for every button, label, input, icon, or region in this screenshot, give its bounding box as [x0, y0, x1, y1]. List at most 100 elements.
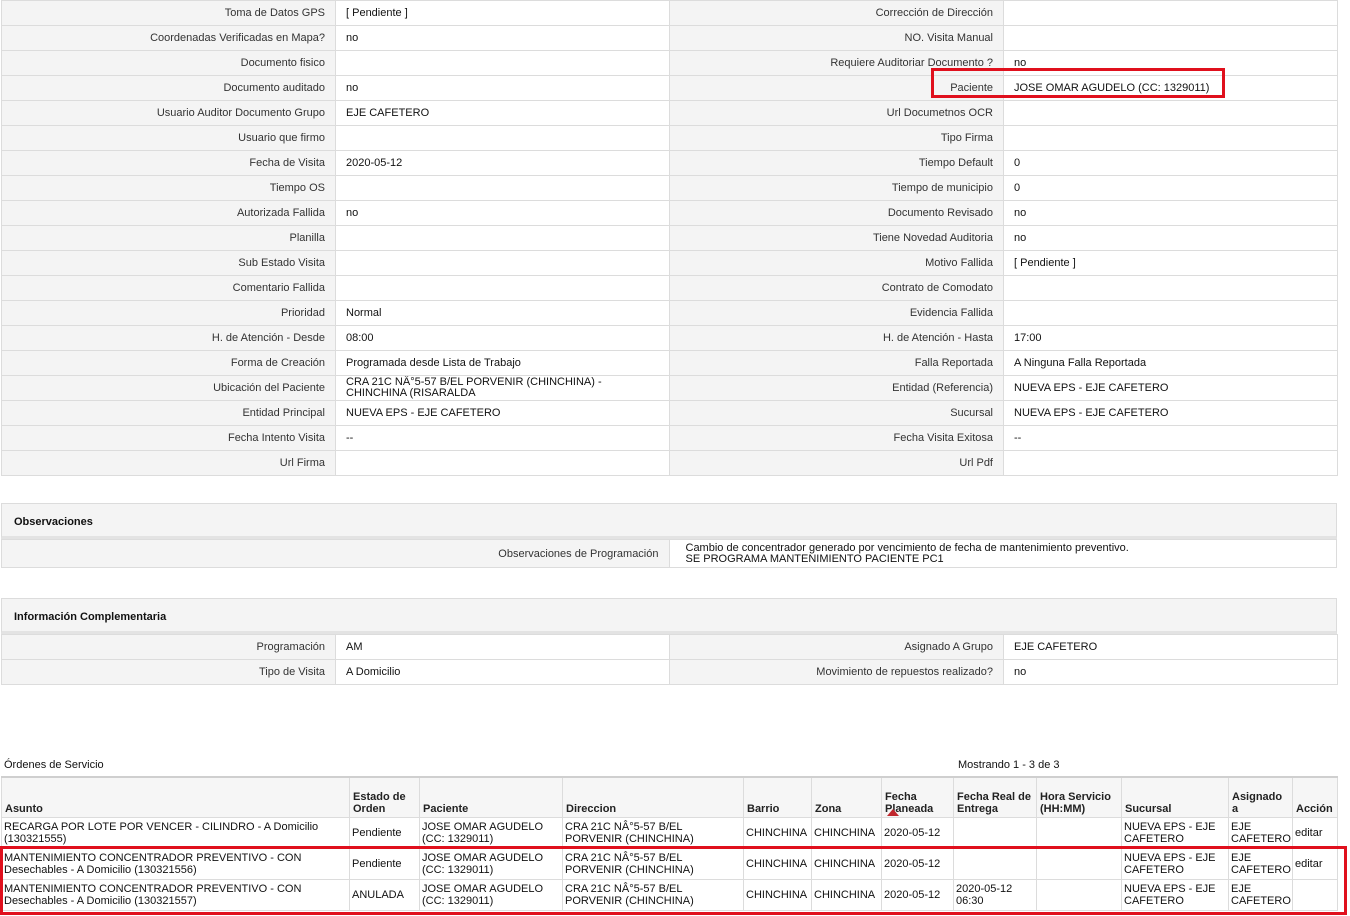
value-tiempo-default: 0 — [1003, 150, 1338, 176]
label-forma-de-creacion: Forma de Creación — [1, 350, 336, 376]
label-contrato-de-comodato: Contrato de Comodato — [669, 275, 1004, 301]
table-row[interactable]: RECARGA POR LOTE POR VENCER - CILINDRO -… — [1, 816, 1338, 849]
label-tipo-firma: Tipo Firma — [669, 125, 1004, 151]
value-toma-de-datos-gps: [ Pendiente ] — [335, 0, 670, 26]
detail-row: Sub Estado Visita Motivo Fallida[ Pendien… — [1, 250, 1338, 276]
cell-zona: CHINCHINA — [811, 816, 882, 849]
detail-row: Fecha Intento Visita -- Fecha Visita Exito… — [1, 425, 1338, 451]
value-h-de-atencion-desde: 08:00 — [335, 325, 670, 351]
label-fecha-de-visita: Fecha de Visita — [1, 150, 336, 176]
detail-row: Ubicación del Paciente CRA 21C NÂ°5-57 B/… — [1, 375, 1338, 401]
detail-row: Url Firma Url Pdf — [1, 450, 1338, 476]
label-toma-de-datos-gps: Toma de Datos GPS — [1, 0, 336, 26]
table-row[interactable]: MANTENIMIENTO CONCENTRADOR PREVENTIVO - … — [1, 878, 1338, 911]
column-header-label: Asignado a — [1232, 790, 1283, 815]
value-entidad-principal: NUEVA EPS - EJE CAFETERO — [335, 400, 670, 426]
observaciones-line-1: Cambio de concentrador generado por venc… — [685, 541, 1129, 554]
column-header-fecha-real-de-entrega[interactable]: Fecha Real de Entrega — [953, 776, 1037, 818]
detail-row: Usuario que firmo Tipo Firma — [1, 125, 1338, 151]
label-requiere-auditoriar-documento: Requiere Auditoriar Documento ? — [669, 50, 1004, 76]
column-header-label: Hora Servicio (HH:MM) — [1040, 790, 1111, 815]
column-header-barrio[interactable]: Barrio — [743, 776, 812, 818]
detail-row: Tiempo OS Tiempo de municipio 0 — [1, 175, 1338, 201]
column-header-accion[interactable]: Acción — [1292, 776, 1338, 818]
edit-link[interactable]: editar — [1295, 827, 1323, 839]
cell-asunto: MANTENIMIENTO CONCENTRADOR PREVENTIVO - … — [1, 878, 350, 911]
label-tiempo-os: Tiempo OS — [1, 175, 336, 201]
column-header-sucursal[interactable]: Sucursal — [1121, 776, 1229, 818]
cell-hora — [1036, 816, 1122, 849]
label-url-documetnos-ocr: Url Documetnos OCR — [669, 100, 1004, 126]
column-header-estado-de-orden[interactable]: Estado de Orden — [349, 776, 420, 818]
cell-estado: Pendiente — [349, 847, 420, 880]
value-tipo-firma — [1003, 125, 1338, 151]
value-h-de-atencion-hasta: 17:00 — [1003, 325, 1338, 351]
cell-fecha-planeada: 2020-05-12 — [881, 847, 954, 880]
orders-title: Órdenes de Servicio — [4, 759, 104, 771]
label-fecha-intento-visita: Fecha Intento Visita — [1, 425, 336, 451]
value-url-pdf — [1003, 450, 1338, 476]
column-header-label: Direccion — [566, 802, 617, 815]
cell-zona: CHINCHINA — [811, 847, 882, 880]
label-paciente: Paciente — [669, 75, 1004, 101]
label-fecha-visita-exitosa: Fecha Visita Exitosa — [669, 425, 1004, 451]
cell-asunto: RECARGA POR LOTE POR VENCER - CILINDRO -… — [1, 816, 350, 849]
edit-link[interactable]: editar — [1295, 858, 1323, 870]
column-header-direccion[interactable]: Direccion — [562, 776, 744, 818]
detail-row: Entidad Principal NUEVA EPS - EJE CAFETER… — [1, 400, 1338, 426]
value-autorizada-fallida: no — [335, 200, 670, 226]
column-header-label: Paciente — [423, 802, 469, 815]
column-header-label: Acción — [1296, 802, 1333, 815]
label-tiempo-de-municipio: Tiempo de municipio — [669, 175, 1004, 201]
value-forma-de-creacion: Programada desde Lista de Trabajo — [335, 350, 670, 376]
label-url-pdf: Url Pdf — [669, 450, 1004, 476]
cell-accion: editar — [1292, 816, 1338, 849]
column-header-label: Asunto — [5, 802, 43, 815]
label-sub-estado-visita: Sub Estado Visita — [1, 250, 336, 276]
label-entidad-principal: Entidad Principal — [1, 400, 336, 426]
value-usuario-auditor-documento-grupo: EJE CAFETERO — [335, 100, 670, 126]
column-header-label: Barrio — [747, 802, 780, 815]
detail-row: Autorizada Fallida no Documento Revisado … — [1, 200, 1338, 226]
detail-row: Coordenadas Verificadas en Mapa? no NO. V… — [1, 25, 1338, 51]
value-evidencia-fallida — [1003, 300, 1338, 326]
column-header-asunto[interactable]: Asunto — [1, 776, 350, 818]
column-header-label: Sucursal — [1125, 802, 1172, 815]
cell-estado: Pendiente — [349, 816, 420, 849]
column-header-hora-servicio-hh-mm[interactable]: Hora Servicio (HH:MM) — [1036, 776, 1122, 818]
cell-barrio: CHINCHINA — [743, 878, 812, 911]
sort-ascending-icon[interactable] — [887, 808, 899, 816]
value-fecha-intento-visita: -- — [335, 425, 670, 451]
label-h-de-atencion-desde: H. de Atención - Desde — [1, 325, 336, 351]
cell-fecha-real — [953, 847, 1037, 880]
table-row[interactable]: MANTENIMIENTO CONCENTRADOR PREVENTIVO - … — [1, 847, 1338, 880]
value-documento-fisico — [335, 50, 670, 76]
cell-asignado: EJE CAFETERO — [1228, 816, 1293, 849]
cell-fecha-real: 2020-05-12 06:30 — [953, 878, 1037, 911]
cell-zona: CHINCHINA — [811, 878, 882, 911]
value-coordenadas-verificadas-en-mapa: no — [335, 25, 670, 51]
label-programacion: Programación — [1, 634, 336, 660]
label-tiempo-default: Tiempo Default — [669, 150, 1004, 176]
cell-fecha-planeada: 2020-05-12 — [881, 816, 954, 849]
label-documento-fisico: Documento fisico — [1, 50, 336, 76]
label-movimiento-de-repuestos-realizado: Movimiento de repuestos realizado? — [669, 659, 1004, 685]
detail-row: Fecha de Visita 2020-05-12 Tiempo Default… — [1, 150, 1338, 176]
label-asignado-a-grupo: Asignado A Grupo — [669, 634, 1004, 660]
label-prioridad: Prioridad — [1, 300, 336, 326]
observaciones-title: Observaciones — [1, 503, 1337, 539]
label-autorizada-fallida: Autorizada Fallida — [1, 200, 336, 226]
value-no-visita-manual — [1003, 25, 1338, 51]
label-ubicacion-del-paciente: Ubicación del Paciente — [1, 375, 336, 401]
column-header-fecha-planeada[interactable]: Fecha Planeada — [881, 776, 954, 818]
label-coordenadas-verificadas-en-mapa: Coordenadas Verificadas en Mapa? — [1, 25, 336, 51]
observaciones-section: Observaciones Observaciones de Programac… — [1, 503, 1337, 568]
column-header-zona[interactable]: Zona — [811, 776, 882, 818]
column-header-paciente[interactable]: Paciente — [419, 776, 563, 818]
label-h-de-atencion-hasta: H. de Atención - Hasta — [669, 325, 1004, 351]
value-url-firma — [335, 450, 670, 476]
detail-row: Comentario Fallida Contrato de Comodato — [1, 275, 1338, 301]
column-header-label: Zona — [815, 802, 842, 815]
value-fecha-visita-exitosa: -- — [1003, 425, 1338, 451]
column-header-asignado-a[interactable]: Asignado a — [1228, 776, 1293, 818]
